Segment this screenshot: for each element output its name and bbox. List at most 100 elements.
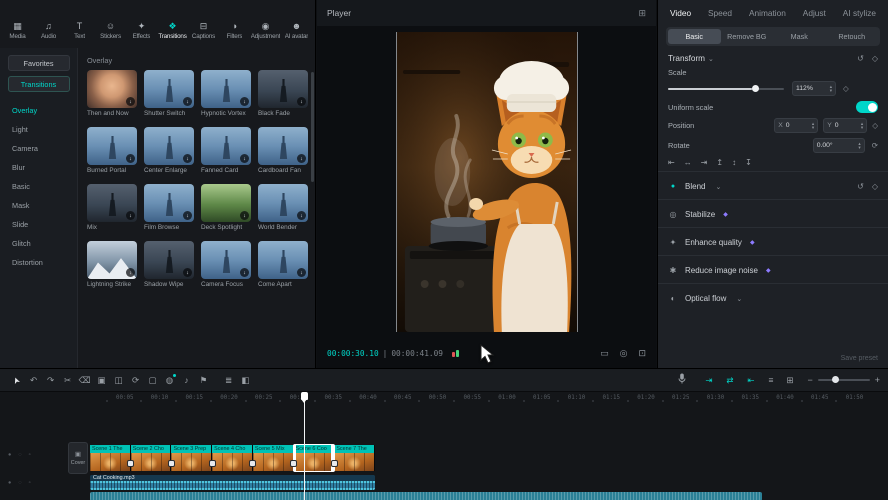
video-clip[interactable]: Scene 3 Prep bbox=[171, 445, 212, 471]
download-icon[interactable]: ↓ bbox=[297, 211, 306, 220]
select-tool-icon[interactable]: ➤ bbox=[8, 375, 25, 386]
linked-selection-icon[interactable]: ⇄ bbox=[719, 375, 740, 386]
transition-item[interactable]: ↓ Lightning Strike bbox=[87, 241, 137, 288]
rotate-value-box[interactable]: 0.00° ▴▾ bbox=[813, 138, 865, 153]
mute-track-icon[interactable]: ◌ bbox=[18, 452, 21, 458]
player-options-icon[interactable]: ⊞ bbox=[638, 8, 646, 19]
video-clip[interactable]: Scene 5 Mix bbox=[253, 445, 294, 471]
keyframe-icon[interactable]: ◇ bbox=[872, 54, 878, 63]
download-icon[interactable]: ↓ bbox=[126, 268, 135, 277]
toolbar-item[interactable]: ☺ Stickers bbox=[95, 21, 126, 40]
download-icon[interactable]: ↓ bbox=[297, 97, 306, 106]
video-clip[interactable]: Scene 4 Cho bbox=[212, 445, 253, 471]
transition-thumbnail[interactable]: ↓ bbox=[201, 184, 251, 222]
transition-item[interactable]: ↓ Shadow Wipe bbox=[144, 241, 194, 288]
inspector-section-row[interactable]: ◎ Stabilize ◆ bbox=[668, 206, 878, 223]
transition-item[interactable]: ↓ Center Enlarge bbox=[144, 127, 194, 174]
inspector-tab[interactable]: Adjust bbox=[803, 8, 826, 18]
transition-marker[interactable] bbox=[290, 460, 297, 467]
record-voiceover-icon[interactable] bbox=[678, 371, 686, 389]
transition-item[interactable]: ↓ Come Apart bbox=[258, 241, 308, 288]
align-top-icon[interactable]: ↥ bbox=[716, 158, 723, 167]
inspector-section-row[interactable]: ✦ Enhance quality ◆ bbox=[668, 234, 878, 251]
transition-marker[interactable] bbox=[249, 460, 256, 467]
timeline-options-icon[interactable]: ≡ bbox=[761, 375, 780, 386]
transition-item[interactable]: ↓ Film Browse bbox=[144, 184, 194, 231]
inspector-tab[interactable]: Speed bbox=[708, 8, 732, 18]
transition-marker[interactable] bbox=[331, 460, 338, 467]
download-icon[interactable]: ↓ bbox=[126, 211, 135, 220]
lock-track-icon[interactable]: ▫ bbox=[29, 452, 31, 458]
transform-header[interactable]: Transform ⌄ ↺ ◇ bbox=[668, 54, 878, 63]
transition-thumbnail[interactable]: ↓ bbox=[144, 127, 194, 165]
transition-thumbnail[interactable]: ↓ bbox=[87, 241, 137, 279]
download-icon[interactable]: ↓ bbox=[183, 154, 192, 163]
track-options-icon[interactable]: ≣ bbox=[220, 375, 237, 386]
transition-item[interactable]: ↓ Fanned Card bbox=[201, 127, 251, 174]
sidebar-category[interactable]: Mask bbox=[0, 196, 77, 215]
download-icon[interactable]: ↓ bbox=[240, 154, 249, 163]
player-stage[interactable] bbox=[317, 26, 656, 338]
audio-clip[interactable]: Cat Cooking.mp3 bbox=[90, 475, 375, 490]
toolbar-item[interactable]: ◑ Filters bbox=[219, 21, 250, 40]
align-center-h-icon[interactable]: ↔ bbox=[684, 158, 692, 167]
uniform-scale-toggle[interactable] bbox=[856, 101, 878, 113]
stepper-icons[interactable]: ▴▾ bbox=[830, 85, 832, 92]
download-icon[interactable]: ↓ bbox=[240, 268, 249, 277]
transition-item[interactable]: ↓ World Bender bbox=[258, 184, 308, 231]
crop-icon[interactable]: ▢ bbox=[144, 375, 161, 386]
render-quality-icon[interactable] bbox=[452, 350, 459, 357]
auto-ripple-icon[interactable]: ⇥ bbox=[698, 375, 719, 386]
transition-item[interactable]: ↓ Shutter Switch bbox=[144, 70, 194, 117]
toolbar-item[interactable]: T Text bbox=[64, 21, 95, 40]
sidebar-pinned-item[interactable]: Favorites bbox=[8, 55, 70, 71]
transition-item[interactable]: ↓ Then and Now bbox=[87, 70, 137, 117]
sidebar-category[interactable]: Overlay bbox=[0, 101, 77, 120]
split-icon[interactable]: ✂ bbox=[59, 375, 76, 386]
transition-thumbnail[interactable]: ↓ bbox=[87, 184, 137, 222]
cover-button[interactable]: ▣ Cover bbox=[68, 442, 88, 474]
transition-thumbnail[interactable]: ↓ bbox=[201, 241, 251, 279]
playhead[interactable] bbox=[304, 392, 305, 500]
sidebar-category[interactable]: Slide bbox=[0, 215, 77, 234]
save-preset-button[interactable]: Save preset bbox=[841, 355, 878, 362]
download-icon[interactable]: ↓ bbox=[297, 268, 306, 277]
transition-thumbnail[interactable]: ↓ bbox=[87, 127, 137, 165]
transition-item[interactable]: ↓ Deck Spotlight bbox=[201, 184, 251, 231]
marker-icon[interactable]: ⚑ bbox=[195, 375, 212, 386]
toggle-track-icon[interactable]: ● bbox=[8, 452, 11, 458]
music-clip[interactable] bbox=[90, 492, 762, 500]
download-icon[interactable]: ↓ bbox=[240, 97, 249, 106]
align-middle-v-icon[interactable]: ↕ bbox=[732, 158, 736, 167]
redo-icon[interactable]: ↷ bbox=[42, 375, 59, 386]
rotate-reset-icon[interactable]: ⟳ bbox=[872, 141, 878, 150]
blend-section-header[interactable]: ● Blend ⌄ ↺ ◇ bbox=[668, 178, 878, 195]
transition-thumbnail[interactable]: ↓ bbox=[201, 70, 251, 108]
transition-item[interactable]: ↓ Cardboard Fan bbox=[258, 127, 308, 174]
mirror-icon[interactable]: ◫ bbox=[110, 375, 127, 386]
inspector-section-row[interactable]: ◐ Optical flow ◆ ⌄ bbox=[668, 290, 878, 307]
inspector-tab[interactable]: Animation bbox=[749, 8, 786, 18]
sidebar-category[interactable]: Blur bbox=[0, 158, 77, 177]
inspector-section-row[interactable]: ✱ Reduce image noise ◆ bbox=[668, 262, 878, 279]
stepper-icons[interactable]: ▴▾ bbox=[858, 142, 860, 149]
toolbar-item[interactable]: ◉ Adjustment bbox=[250, 21, 281, 40]
inspector-subtab[interactable]: Basic bbox=[668, 29, 721, 44]
transition-item[interactable]: ↓ Black Fade bbox=[258, 70, 308, 117]
transition-item[interactable]: ↓ Camera Focus bbox=[201, 241, 251, 288]
rotate-clip-icon[interactable]: ⟳ bbox=[127, 375, 144, 386]
position-x-box[interactable]: X 0 ▴▾ bbox=[774, 118, 818, 133]
extract-audio-icon[interactable]: ♪ bbox=[178, 375, 195, 386]
snapping-icon[interactable]: ⇤ bbox=[740, 375, 761, 386]
download-icon[interactable]: ↓ bbox=[126, 97, 135, 106]
toolbar-item[interactable]: ☻ AI avatar bbox=[281, 21, 312, 40]
transition-thumbnail[interactable]: ↓ bbox=[258, 70, 308, 108]
position-y-box[interactable]: Y 0 ▴▾ bbox=[823, 118, 867, 133]
toggle-track-icon[interactable]: ● bbox=[8, 480, 11, 486]
scale-slider[interactable] bbox=[668, 88, 784, 90]
mask-icon[interactable]: ◍ bbox=[161, 375, 178, 386]
sidebar-category[interactable]: Basic bbox=[0, 177, 77, 196]
transition-thumbnail[interactable]: ↓ bbox=[144, 70, 194, 108]
transition-thumbnail[interactable]: ↓ bbox=[258, 241, 308, 279]
sidebar-category[interactable]: Distortion bbox=[0, 253, 77, 272]
